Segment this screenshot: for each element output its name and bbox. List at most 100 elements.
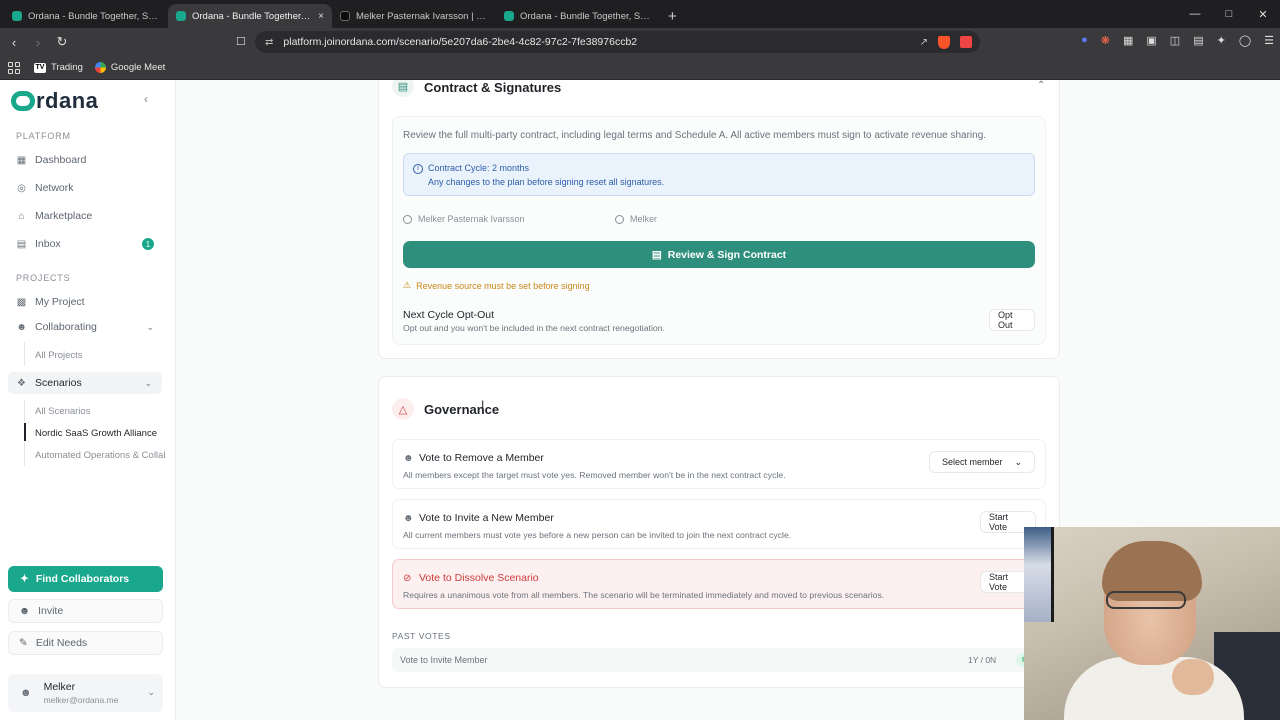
menu-icon[interactable]: ☰: [1264, 34, 1274, 47]
window-controls: — □ ✕: [1178, 0, 1280, 28]
sidebar-item-marketplace[interactable]: ⌂ Marketplace: [16, 205, 156, 227]
share-icon[interactable]: ↗: [920, 37, 928, 48]
brave-shields-icon[interactable]: [938, 35, 950, 49]
sidebar-toggle-icon[interactable]: ◫: [1170, 34, 1180, 47]
signer-status: Melker: [615, 214, 657, 224]
user-minus-icon: ☻: [403, 453, 414, 464]
info-icon: i: [413, 164, 423, 174]
governance-title: Governance: [424, 402, 500, 417]
presenter-hand: [1172, 659, 1214, 695]
chevron-down-icon[interactable]: ⌄: [144, 378, 152, 389]
presenter-glasses: [1106, 591, 1186, 609]
ordana-logo[interactable]: rdana: [11, 88, 98, 114]
puzzle-icon[interactable]: ▦: [1123, 34, 1133, 47]
sidebar-subitem-nordic-saas[interactable]: Nordic SaaS Growth Alliance: [35, 428, 165, 439]
contract-body: Review the full multi-party contract, in…: [392, 116, 1046, 345]
governance-card: △ Governance ☻ Vote to Remove a Member A…: [378, 376, 1060, 688]
tab-title: Ordana - Bundle Together, Scale Toge: [28, 10, 160, 22]
sidebar-item-label: Scenarios: [35, 377, 82, 389]
webcam-overlay: [1024, 527, 1280, 720]
new-tab-button[interactable]: +: [660, 4, 685, 28]
site-settings-icon[interactable]: ⇄: [265, 37, 273, 48]
apps-icon[interactable]: [8, 61, 20, 74]
grid-icon: ▦: [16, 154, 27, 166]
ai-icon[interactable]: ✦: [1217, 34, 1226, 47]
inbox-icon: ▤: [16, 238, 27, 250]
inbox-count-badge: 1: [142, 238, 154, 250]
warning-triangle-icon: △: [392, 398, 414, 420]
store-icon: ⌂: [18, 210, 25, 222]
extension-icon[interactable]: ❋: [1101, 34, 1110, 47]
sidebar-item-scenarios[interactable]: ❖ Scenarios ⌄: [8, 372, 162, 394]
exponent-favicon: [340, 11, 350, 21]
browser-tab-2[interactable]: Ordana - Bundle Together, Scale ×: [168, 4, 332, 28]
user-email: melker@ordana.me: [43, 695, 119, 705]
browser-nav-bar: ‹ › ↻ ☐ ⇄ platform.joinordana.com/scenar…: [0, 28, 1280, 56]
ordana-favicon: [176, 11, 186, 21]
sidebar-item-dashboard[interactable]: ▦ Dashboard: [16, 149, 156, 171]
sidebar-item-my-project[interactable]: ▩ My Project: [16, 291, 156, 313]
button-label: Review & Sign Contract: [667, 248, 787, 261]
invite-button[interactable]: ☻ Invite: [8, 599, 163, 623]
opt-out-title: Next Cycle Opt-Out: [403, 309, 495, 321]
close-window-icon[interactable]: ✕: [1246, 0, 1280, 28]
reload-icon[interactable]: ↻: [52, 34, 72, 50]
review-sign-contract-button[interactable]: ▤ Review & Sign Contract: [403, 241, 1035, 268]
sidebar-item-network[interactable]: ◎ Network: [16, 177, 156, 199]
chevron-down-icon[interactable]: ⌄: [147, 687, 155, 698]
platform-section-label: PLATFORM: [16, 131, 71, 141]
sidebar-item-label: Dashboard: [35, 154, 87, 166]
sidebar-subitem-all-projects[interactable]: All Projects: [35, 350, 165, 361]
projects-section-label: PROJECTS: [16, 273, 71, 283]
vote-title: Vote to Dissolve Scenario: [419, 572, 539, 584]
select-member-dropdown[interactable]: Select member ⌄: [929, 451, 1035, 473]
opt-out-button[interactable]: Opt Out: [989, 309, 1035, 331]
signer-status: Melker Pasternak Ivarsson: [403, 214, 525, 224]
signer-name: Melker: [630, 214, 658, 224]
address-bar[interactable]: ⇄ platform.joinordana.com/scenario/5e207…: [255, 31, 980, 53]
edit-needs-button[interactable]: ✎ Edit Needs: [8, 631, 163, 655]
warning-icon: ⚠: [403, 280, 412, 290]
vpn-icon[interactable]: ◯: [1239, 34, 1251, 47]
browser-tab-3[interactable]: Melker Pasternak Ivarsson | Exponent: [332, 4, 496, 28]
sidebar-item-collaborating[interactable]: ☻ Collaborating ⌄: [16, 316, 156, 338]
sidebar-item-inbox[interactable]: ▤ Inbox 1: [16, 233, 156, 255]
bookmark-trading[interactable]: TV Trading: [34, 62, 83, 73]
forward-icon[interactable]: ›: [28, 35, 48, 50]
brave-rewards-icon[interactable]: [960, 36, 972, 48]
ban-icon: ⊘: [403, 573, 412, 584]
browser-tab-4[interactable]: Ordana - Bundle Together, Scale Toge: [496, 4, 660, 28]
opt-out-description: Opt out and you won't be included in the…: [403, 323, 665, 333]
button-label: Edit Needs: [35, 637, 88, 649]
past-vote-count: 1Y / 0N: [968, 655, 997, 665]
sidebar-subitem-all-scenarios[interactable]: All Scenarios: [35, 406, 165, 417]
maximize-icon[interactable]: □: [1212, 0, 1246, 28]
collapse-sidebar-icon[interactable]: ‹: [144, 92, 148, 106]
vote-description: All current members must vote yes before…: [403, 530, 792, 540]
ordana-favicon: [12, 11, 22, 21]
minimize-icon[interactable]: —: [1178, 0, 1212, 28]
tab-title: Melker Pasternak Ivarsson | Exponent: [356, 10, 488, 22]
users-icon: ☻: [16, 321, 27, 333]
back-icon[interactable]: ‹: [4, 35, 24, 50]
bookmarks-bar: TV Trading Google Meet: [0, 56, 1280, 80]
bookmark-google-meet[interactable]: Google Meet: [94, 62, 165, 73]
vote-remove-member: ☻ Vote to Remove a Member All members ex…: [392, 439, 1046, 489]
chevron-down-icon[interactable]: ⌄: [146, 322, 154, 333]
wallet-icon[interactable]: ▤: [1193, 34, 1203, 47]
revenue-warning: ⚠ Revenue source must be set before sign…: [403, 280, 590, 291]
chevron-up-icon[interactable]: ⌃: [1037, 80, 1045, 91]
extension-icon[interactable]: ●: [1081, 34, 1088, 47]
document-icon: ▤: [392, 80, 414, 97]
user-menu[interactable]: ☻ Melker melker@ordana.me ⌄: [8, 674, 163, 712]
find-collaborators-button[interactable]: ✦ Find Collaborators: [8, 566, 163, 592]
browser-tab-1[interactable]: Ordana - Bundle Together, Scale Toge: [4, 4, 168, 28]
text-cursor-icon: I: [481, 398, 485, 412]
warning-text: Revenue source must be set before signin…: [416, 280, 590, 291]
bookmark-icon[interactable]: ☐: [236, 35, 246, 48]
sidebar-subitem-automated-ops[interactable]: Automated Operations & Collab: [35, 450, 165, 461]
contract-cycle-info: i Contract Cycle: 2 months Any changes t…: [403, 153, 1035, 196]
extension-icon[interactable]: ▣: [1146, 34, 1156, 47]
close-tab-icon[interactable]: ×: [318, 11, 324, 22]
button-label: Find Collaborators: [35, 573, 130, 585]
